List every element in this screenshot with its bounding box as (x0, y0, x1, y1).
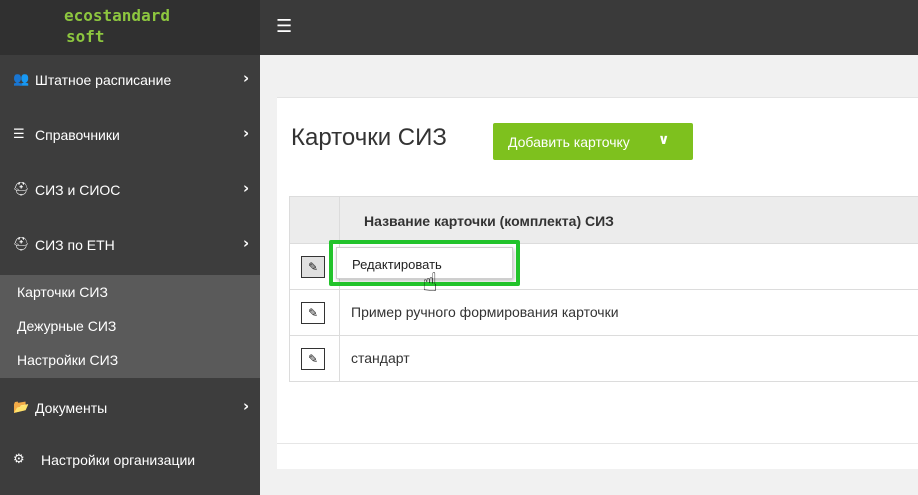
users-icon: 👥 (13, 72, 30, 87)
sidebar-item-label: СИЗ и СИОС (35, 182, 121, 198)
chevron-right-icon: › (243, 397, 250, 415)
sidebar-item-documents[interactable]: 📂 Документы › (0, 383, 260, 435)
sidebar-item-siz-sios[interactable]: ⛑ СИЗ и СИОС › (0, 165, 260, 217)
edit-pencil-icon[interactable]: ✎ (301, 348, 325, 370)
card-name[interactable]: Пример ручного формирования карточки (351, 304, 619, 320)
chevron-right-icon: › (243, 234, 250, 252)
add-card-button-label: Добавить карточку (508, 134, 630, 150)
card-name[interactable]: стандарт (351, 350, 410, 366)
sidebar-item-label: Настройки организации (41, 452, 196, 468)
page-title: Карточки СИЗ (291, 124, 447, 151)
submenu-item-cards[interactable]: Карточки СИЗ (17, 284, 108, 300)
submenu-item-settings[interactable]: Настройки СИЗ (17, 352, 118, 368)
list-icon: ☰ (13, 127, 25, 142)
sidebar-item-org-settings[interactable]: ⚙ Настройки организации (0, 435, 260, 487)
add-card-button[interactable]: Добавить карточку ∨ (493, 123, 693, 160)
column-divider (339, 336, 340, 382)
table-row[interactable]: ✎ стандарт (289, 336, 918, 382)
card-divider (277, 443, 918, 444)
sidebar-item-label: СИЗ по ЕТН (35, 237, 115, 253)
gear-icon: ⚙ (13, 452, 25, 467)
hard-hat-icon: ⛑ (13, 237, 30, 252)
hand-cursor-icon: ☝ (422, 268, 438, 298)
chevron-right-icon: › (243, 179, 250, 197)
sidebar-item-label: Штатное расписание (35, 72, 172, 88)
logo-text-line2: soft (66, 27, 105, 46)
sidebar-item-staffing[interactable]: 👥 Штатное расписание › (0, 55, 260, 107)
sidebar-submenu: Карточки СИЗ Дежурные СИЗ Настройки СИЗ (0, 275, 260, 378)
table-header: Название карточки (комплекта) СИЗ (289, 196, 918, 245)
chevron-down-icon: ∨ (658, 132, 670, 148)
logo[interactable]: ecostandard soft (0, 0, 260, 55)
edit-pencil-icon[interactable]: ✎ (301, 302, 325, 324)
table-row[interactable]: ✎ Пример ручного формирования карточки (289, 290, 918, 336)
edit-pencil-icon[interactable]: ✎ (301, 256, 325, 278)
sidebar-item-label: Справочники (35, 127, 120, 143)
cards-table: Название карточки (комплекта) СИЗ ✎ ✎ Пр… (289, 196, 918, 384)
sidebar-item-siz-etn[interactable]: ⛑ СИЗ по ЕТН › (0, 220, 260, 272)
chevron-right-icon: › (243, 69, 250, 87)
column-divider (339, 197, 340, 245)
column-header-name[interactable]: Название карточки (комплекта) СИЗ (364, 213, 614, 229)
logo-text-line1: ecostandard (64, 6, 170, 25)
sidebar-item-label: Документы (35, 400, 108, 416)
column-divider (339, 290, 340, 336)
hamburger-icon[interactable]: ☰ (276, 16, 292, 37)
top-bar: ecostandard soft ☰ (0, 0, 918, 55)
submenu-item-duty[interactable]: Дежурные СИЗ (17, 318, 116, 334)
sidebar: 👥 Штатное расписание › ☰ Справочники › ⛑… (0, 55, 260, 495)
chevron-right-icon: › (243, 124, 250, 142)
folder-open-icon: 📂 (13, 400, 30, 415)
hard-hat-icon: ⛑ (13, 182, 30, 197)
sidebar-item-directories[interactable]: ☰ Справочники › (0, 110, 260, 162)
